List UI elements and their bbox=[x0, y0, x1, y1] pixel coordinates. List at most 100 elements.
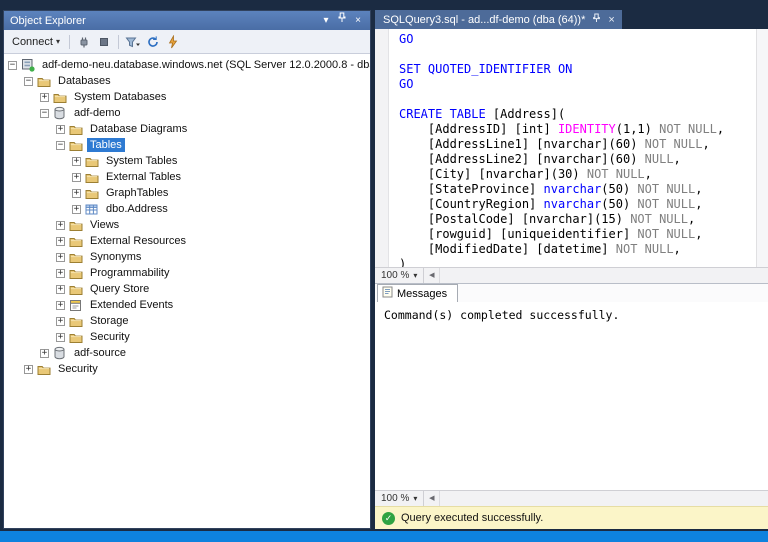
code-line: SET QUOTED_IDENTIFIER ON bbox=[399, 62, 754, 77]
results-tab-strip: Messages bbox=[375, 283, 768, 302]
editor-zoom-control[interactable]: 100 % ▾ bbox=[375, 268, 424, 283]
tree-item-query-store[interactable]: + Query Store bbox=[4, 281, 370, 297]
tree-item-system-tables[interactable]: + System Tables bbox=[4, 153, 370, 169]
folder-icon bbox=[69, 218, 84, 232]
folder-icon bbox=[85, 170, 100, 184]
tree-item-label: Views bbox=[87, 218, 122, 232]
tree-item-programmability[interactable]: + Programmability bbox=[4, 265, 370, 281]
expand-icon[interactable]: + bbox=[40, 93, 49, 102]
folder-icon bbox=[69, 138, 84, 152]
document-tab[interactable]: SQLQuery3.sql - ad...df-demo (dba (64))*… bbox=[375, 10, 622, 29]
tree-item-external-resources[interactable]: + External Resources bbox=[4, 233, 370, 249]
code-line bbox=[399, 47, 754, 62]
tree-item-label: Databases bbox=[55, 74, 114, 88]
tree-item-security[interactable]: + Security bbox=[4, 361, 370, 377]
panel-title: Object Explorer bbox=[10, 15, 318, 27]
tree-item-security[interactable]: +Security bbox=[4, 329, 370, 345]
collapse-icon[interactable]: − bbox=[24, 77, 33, 86]
tree-item-synonyms[interactable]: +Synonyms bbox=[4, 249, 370, 265]
code-line: [CountryRegion] nvarchar(50) NOT NULL, bbox=[399, 197, 754, 212]
object-explorer-titlebar[interactable]: Object Explorer ▾ × bbox=[4, 11, 370, 30]
tree-item-label: External Tables bbox=[103, 170, 184, 184]
database-icon bbox=[53, 346, 68, 360]
tab-messages[interactable]: Messages bbox=[377, 284, 458, 302]
expand-icon[interactable]: + bbox=[24, 365, 33, 374]
code-line: GO bbox=[399, 77, 754, 92]
tree-item-label: External Resources bbox=[87, 234, 189, 248]
server-icon bbox=[21, 58, 36, 72]
expand-icon[interactable]: + bbox=[72, 173, 81, 182]
expand-icon[interactable]: + bbox=[56, 221, 65, 230]
folder-icon bbox=[37, 362, 52, 376]
tree-item-label: Programmability bbox=[87, 266, 172, 280]
expand-icon[interactable]: + bbox=[56, 333, 65, 342]
tree-item-label: GraphTables bbox=[103, 186, 171, 200]
tree-item-dbo-address[interactable]: +dbo.Address bbox=[4, 201, 370, 217]
stop-icon[interactable] bbox=[95, 33, 113, 51]
code-line: GO bbox=[399, 32, 754, 47]
expand-icon[interactable]: + bbox=[56, 237, 65, 246]
tree-item-system-databases[interactable]: +System Databases bbox=[4, 89, 370, 105]
expand-icon[interactable]: + bbox=[56, 269, 65, 278]
tree-item-database-diagrams[interactable]: +Database Diagrams bbox=[4, 121, 370, 137]
expand-icon[interactable]: + bbox=[40, 349, 49, 358]
document-tab-title: SQLQuery3.sql - ad...df-demo (dba (64))* bbox=[383, 14, 585, 26]
expand-icon[interactable]: + bbox=[56, 301, 65, 310]
editor-horizontal-scrollbar[interactable] bbox=[440, 268, 768, 283]
collapse-icon[interactable]: − bbox=[40, 109, 49, 118]
sql-editor[interactable]: GO SET QUOTED_IDENTIFIER ONGO CREATE TAB… bbox=[375, 29, 768, 267]
window-position-icon[interactable]: ▾ bbox=[318, 13, 334, 29]
tree-item-external-tables[interactable]: + External Tables bbox=[4, 169, 370, 185]
connect-label: Connect bbox=[12, 36, 53, 48]
expand-icon[interactable]: + bbox=[72, 157, 81, 166]
activity-monitor-icon[interactable] bbox=[164, 33, 182, 51]
tab-pin-icon[interactable] bbox=[592, 13, 601, 26]
folder-icon bbox=[69, 266, 84, 280]
refresh-icon[interactable] bbox=[144, 33, 162, 51]
scroll-left-icon[interactable]: ◀ bbox=[424, 268, 440, 283]
tree-item-label: System Tables bbox=[103, 154, 180, 168]
editor-zoom-value: 100 % bbox=[381, 270, 409, 281]
connect-button[interactable]: Connect ▾ bbox=[8, 34, 64, 50]
expand-icon[interactable]: + bbox=[56, 317, 65, 326]
messages-zoom-control[interactable]: 100 % ▾ bbox=[375, 491, 424, 506]
sql-code[interactable]: GO SET QUOTED_IDENTIFIER ONGO CREATE TAB… bbox=[399, 32, 754, 267]
tree-item-adf-demo-neu-database-windows-net-sql-server-12-0-2000-8-dba[interactable]: −adf-demo-neu.database.windows.net (SQL … bbox=[4, 57, 370, 73]
expand-icon[interactable]: + bbox=[56, 253, 65, 262]
collapse-icon[interactable]: − bbox=[56, 141, 65, 150]
close-icon[interactable]: × bbox=[350, 13, 366, 29]
tree-item-label: Query Store bbox=[87, 282, 152, 296]
document-tab-bar: SQLQuery3.sql - ad...df-demo (dba (64))*… bbox=[375, 10, 768, 29]
expand-icon[interactable]: + bbox=[56, 285, 65, 294]
tree-item-storage[interactable]: +Storage bbox=[4, 313, 370, 329]
tree-item-label: Security bbox=[55, 362, 101, 376]
tab-close-icon[interactable]: × bbox=[608, 14, 614, 26]
folder-icon bbox=[85, 154, 100, 168]
tree-item-adf-demo[interactable]: −adf-demo bbox=[4, 105, 370, 121]
tree-item-adf-source[interactable]: +adf-source bbox=[4, 345, 370, 361]
disconnect-icon[interactable] bbox=[75, 33, 93, 51]
messages-pane[interactable]: Command(s) completed successfully. bbox=[375, 302, 768, 490]
tree-item-extended-events[interactable]: +Extended Events bbox=[4, 297, 370, 313]
expand-icon[interactable]: + bbox=[56, 125, 65, 134]
folder-icon bbox=[37, 74, 52, 88]
collapse-icon[interactable]: − bbox=[8, 61, 17, 70]
folder-icon bbox=[69, 250, 84, 264]
chevron-down-icon: ▾ bbox=[413, 271, 417, 280]
tree-item-databases[interactable]: − Databases bbox=[4, 73, 370, 89]
toolbar-separator bbox=[118, 35, 119, 49]
pin-icon[interactable] bbox=[334, 12, 350, 29]
object-explorer-panel: Object Explorer ▾ × Connect ▾ −adf-demo-… bbox=[3, 10, 371, 529]
messages-horizontal-scrollbar[interactable] bbox=[440, 491, 768, 506]
expand-icon[interactable]: + bbox=[72, 205, 81, 214]
code-line bbox=[399, 92, 754, 107]
scroll-left-icon[interactable]: ◀ bbox=[424, 491, 440, 506]
tree-item-graphtables[interactable]: + GraphTables bbox=[4, 185, 370, 201]
object-explorer-toolbar: Connect ▾ bbox=[4, 30, 370, 54]
messages-zoom-value: 100 % bbox=[381, 493, 409, 504]
filter-icon[interactable] bbox=[124, 33, 142, 51]
expand-icon[interactable]: + bbox=[72, 189, 81, 198]
tree-item-tables[interactable]: −Tables bbox=[4, 137, 370, 153]
editor-vertical-scrollbar[interactable] bbox=[756, 29, 768, 267]
tree-item-views[interactable]: + Views bbox=[4, 217, 370, 233]
